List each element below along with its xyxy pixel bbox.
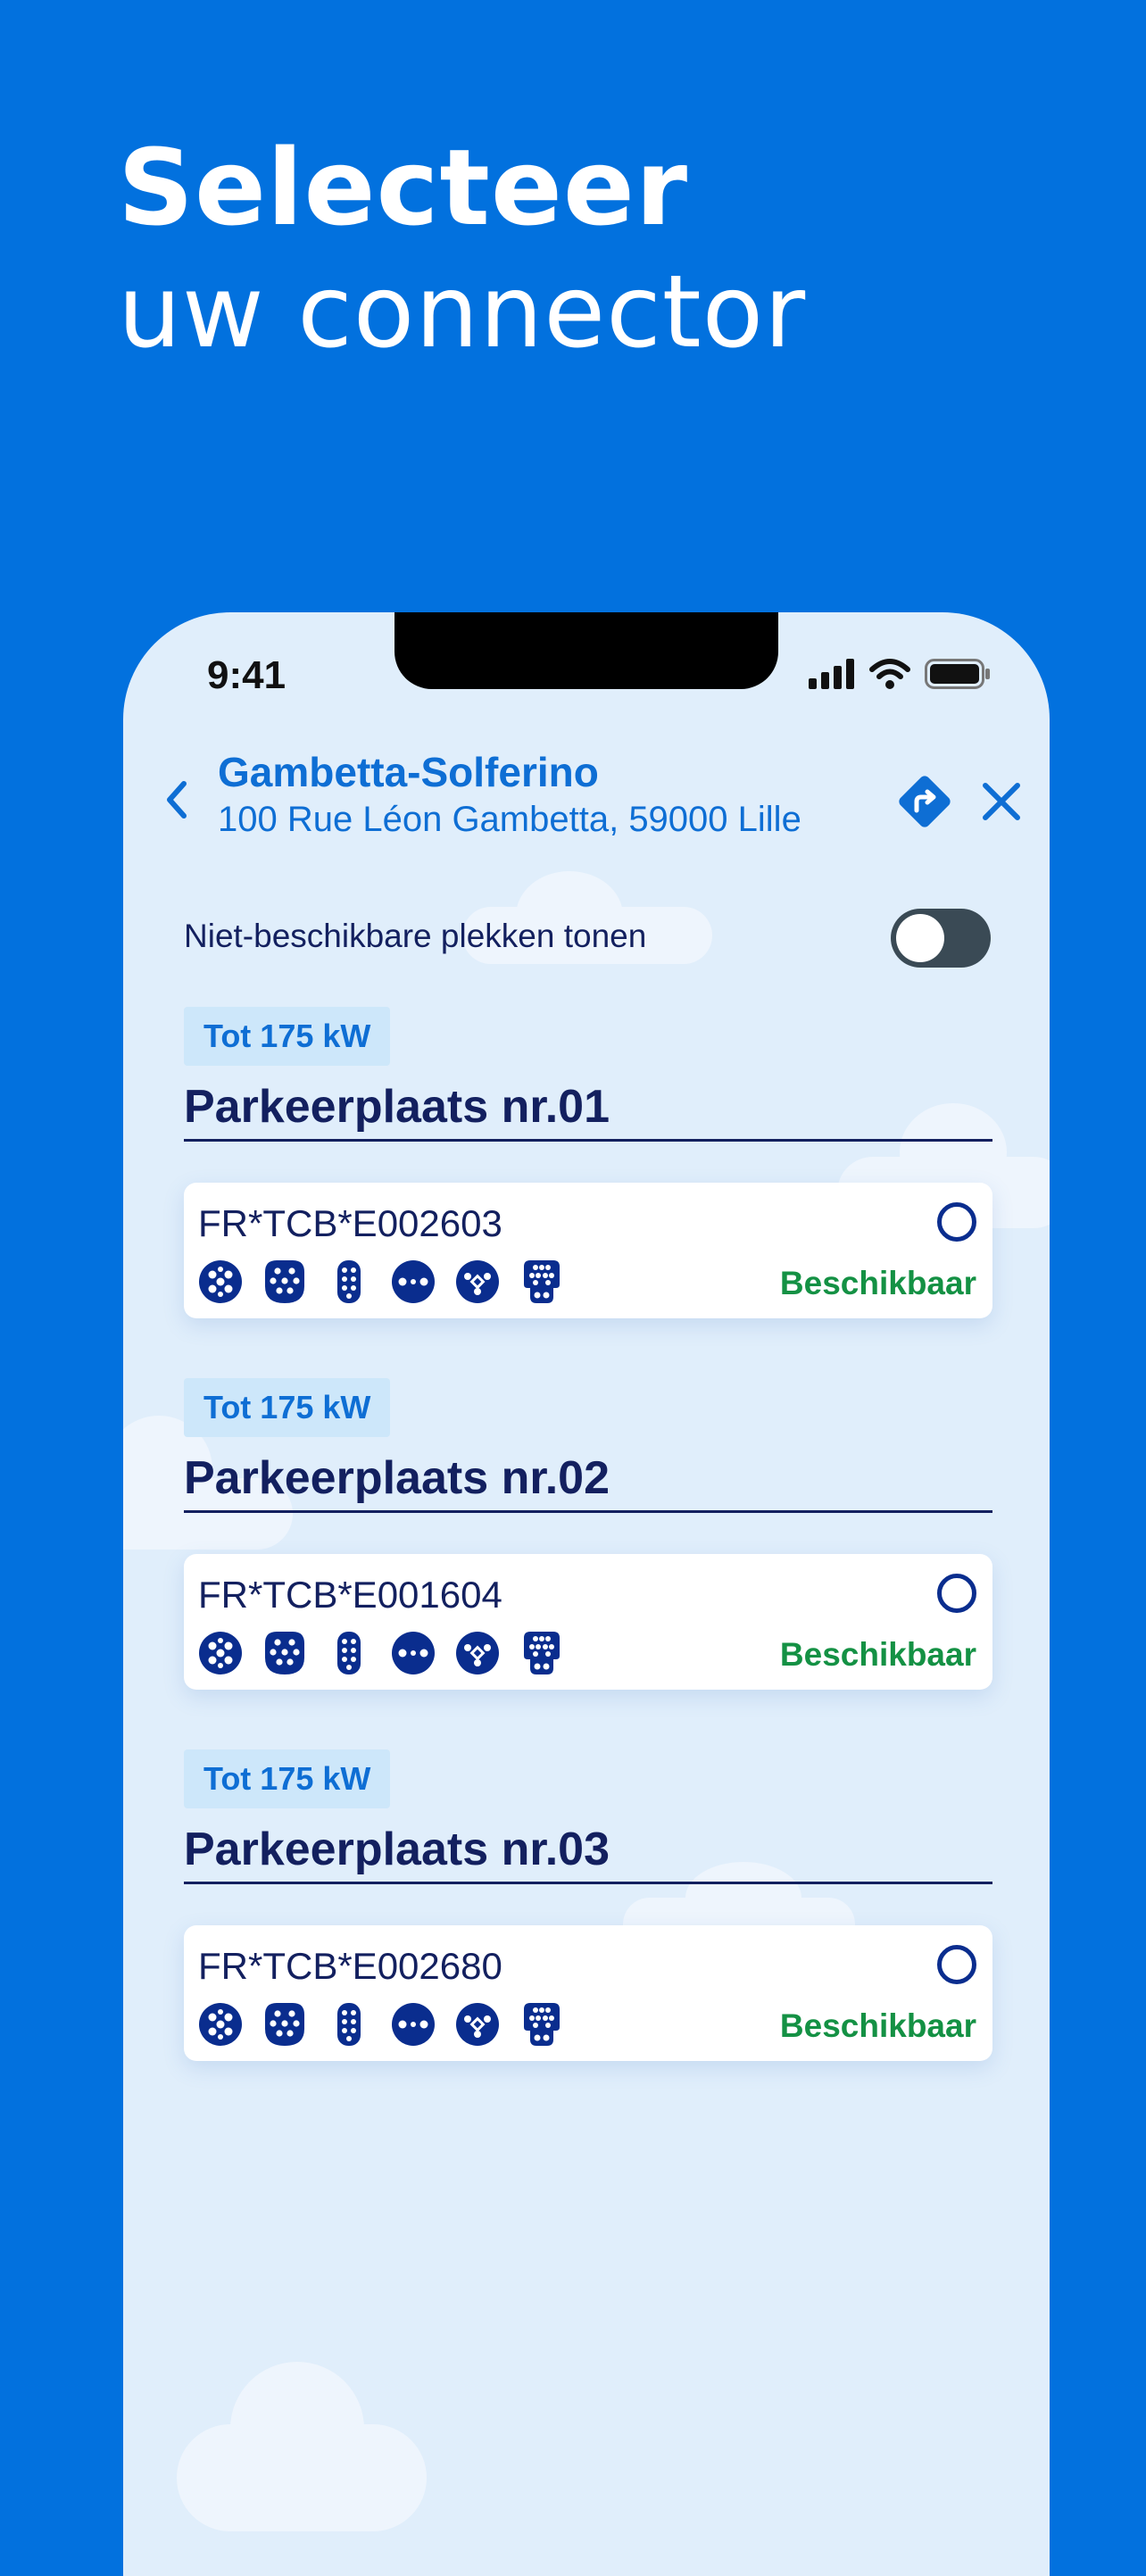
chademo-plug-icon (337, 1632, 361, 1674)
phone-notch (394, 612, 778, 689)
parking-spot: Tot 175 kW Parkeerplaats nr.02 FR*TCB*E0… (184, 1378, 992, 1690)
chademo-plug-icon (337, 2003, 361, 2046)
domestic-plug-icon (392, 2003, 435, 2046)
ccs-plug-icon (265, 1260, 304, 1303)
parking-spot: Tot 175 kW Parkeerplaats nr.01 FR*TCB*E0… (184, 1007, 992, 1318)
close-icon[interactable] (976, 777, 1026, 827)
spot-title: Parkeerplaats nr.01 (184, 1080, 992, 1142)
ccs-plug-icon (265, 1632, 304, 1674)
type3-plug-icon (456, 1632, 499, 1674)
domestic-plug-icon (392, 1632, 435, 1674)
evse-id: FR*TCB*E002680 (198, 1945, 502, 1987)
headline-line-1: Selecteer (118, 126, 689, 249)
headline-line-2: uw connector (118, 254, 807, 370)
status-icons (809, 659, 991, 689)
evse-id: FR*TCB*E002603 (198, 1202, 502, 1244)
chademo-plug-icon (337, 1260, 361, 1303)
connector-card[interactable]: FR*TCB*E001604 Beschikbaar (184, 1554, 992, 1690)
select-radio[interactable] (937, 1574, 976, 1613)
back-chevron-icon[interactable] (155, 773, 200, 827)
type2-plug-icon (199, 1632, 242, 1674)
connector-types (198, 2002, 564, 2047)
headline: Selecteer uw connector (118, 125, 806, 375)
availability-status: Beschikbaar (779, 1265, 976, 1301)
evse-id: FR*TCB*E001604 (198, 1574, 502, 1616)
power-badge: Tot 175 kW (184, 1007, 391, 1066)
select-radio[interactable] (937, 1202, 976, 1242)
domestic-plug-icon (392, 1260, 435, 1303)
show-unavailable-toggle[interactable] (891, 909, 991, 968)
type2-plug-icon (199, 2003, 242, 2046)
power-badge: Tot 175 kW (184, 1378, 391, 1437)
toggle-knob (896, 914, 944, 962)
availability-status: Beschikbaar (779, 2007, 976, 2044)
spot-title: Parkeerplaats nr.03 (184, 1823, 992, 1884)
combo-plug-icon (524, 1632, 560, 1674)
connector-card[interactable]: FR*TCB*E002680 Beschikbaar (184, 1925, 992, 2061)
type3-plug-icon (456, 1260, 499, 1303)
spot-title: Parkeerplaats nr.02 (184, 1451, 992, 1513)
type3-plug-icon (456, 2003, 499, 2046)
show-unavailable-label: Niet-beschikbare plekken tonen (184, 918, 647, 954)
status-time: 9:41 (207, 653, 286, 697)
phone-frame: 9:41 Gambetta-Solferino 100 Rue Léon Gam… (123, 612, 1050, 2576)
battery-icon (925, 659, 990, 689)
station-address: 100 Rue Léon Gambetta, 59000 Lille (218, 800, 801, 839)
signal-icon (809, 659, 854, 689)
power-badge: Tot 175 kW (184, 1749, 391, 1808)
cloud-decoration (177, 2362, 427, 2531)
ccs-plug-icon (265, 2003, 304, 2046)
connector-types (198, 1259, 564, 1304)
station-name: Gambetta-Solferino (218, 749, 599, 795)
type2-plug-icon (199, 1260, 242, 1303)
availability-status: Beschikbaar (779, 1636, 976, 1673)
combo-plug-icon (524, 1260, 560, 1303)
connector-types (198, 1631, 564, 1675)
directions-icon[interactable] (893, 769, 957, 834)
parking-spot: Tot 175 kW Parkeerplaats nr.03 FR*TCB*E0… (184, 1749, 992, 2061)
select-radio[interactable] (937, 1945, 976, 1984)
wifi-icon (869, 659, 910, 689)
connector-card[interactable]: FR*TCB*E002603 Beschikbaar (184, 1183, 992, 1318)
combo-plug-icon (524, 2003, 560, 2046)
